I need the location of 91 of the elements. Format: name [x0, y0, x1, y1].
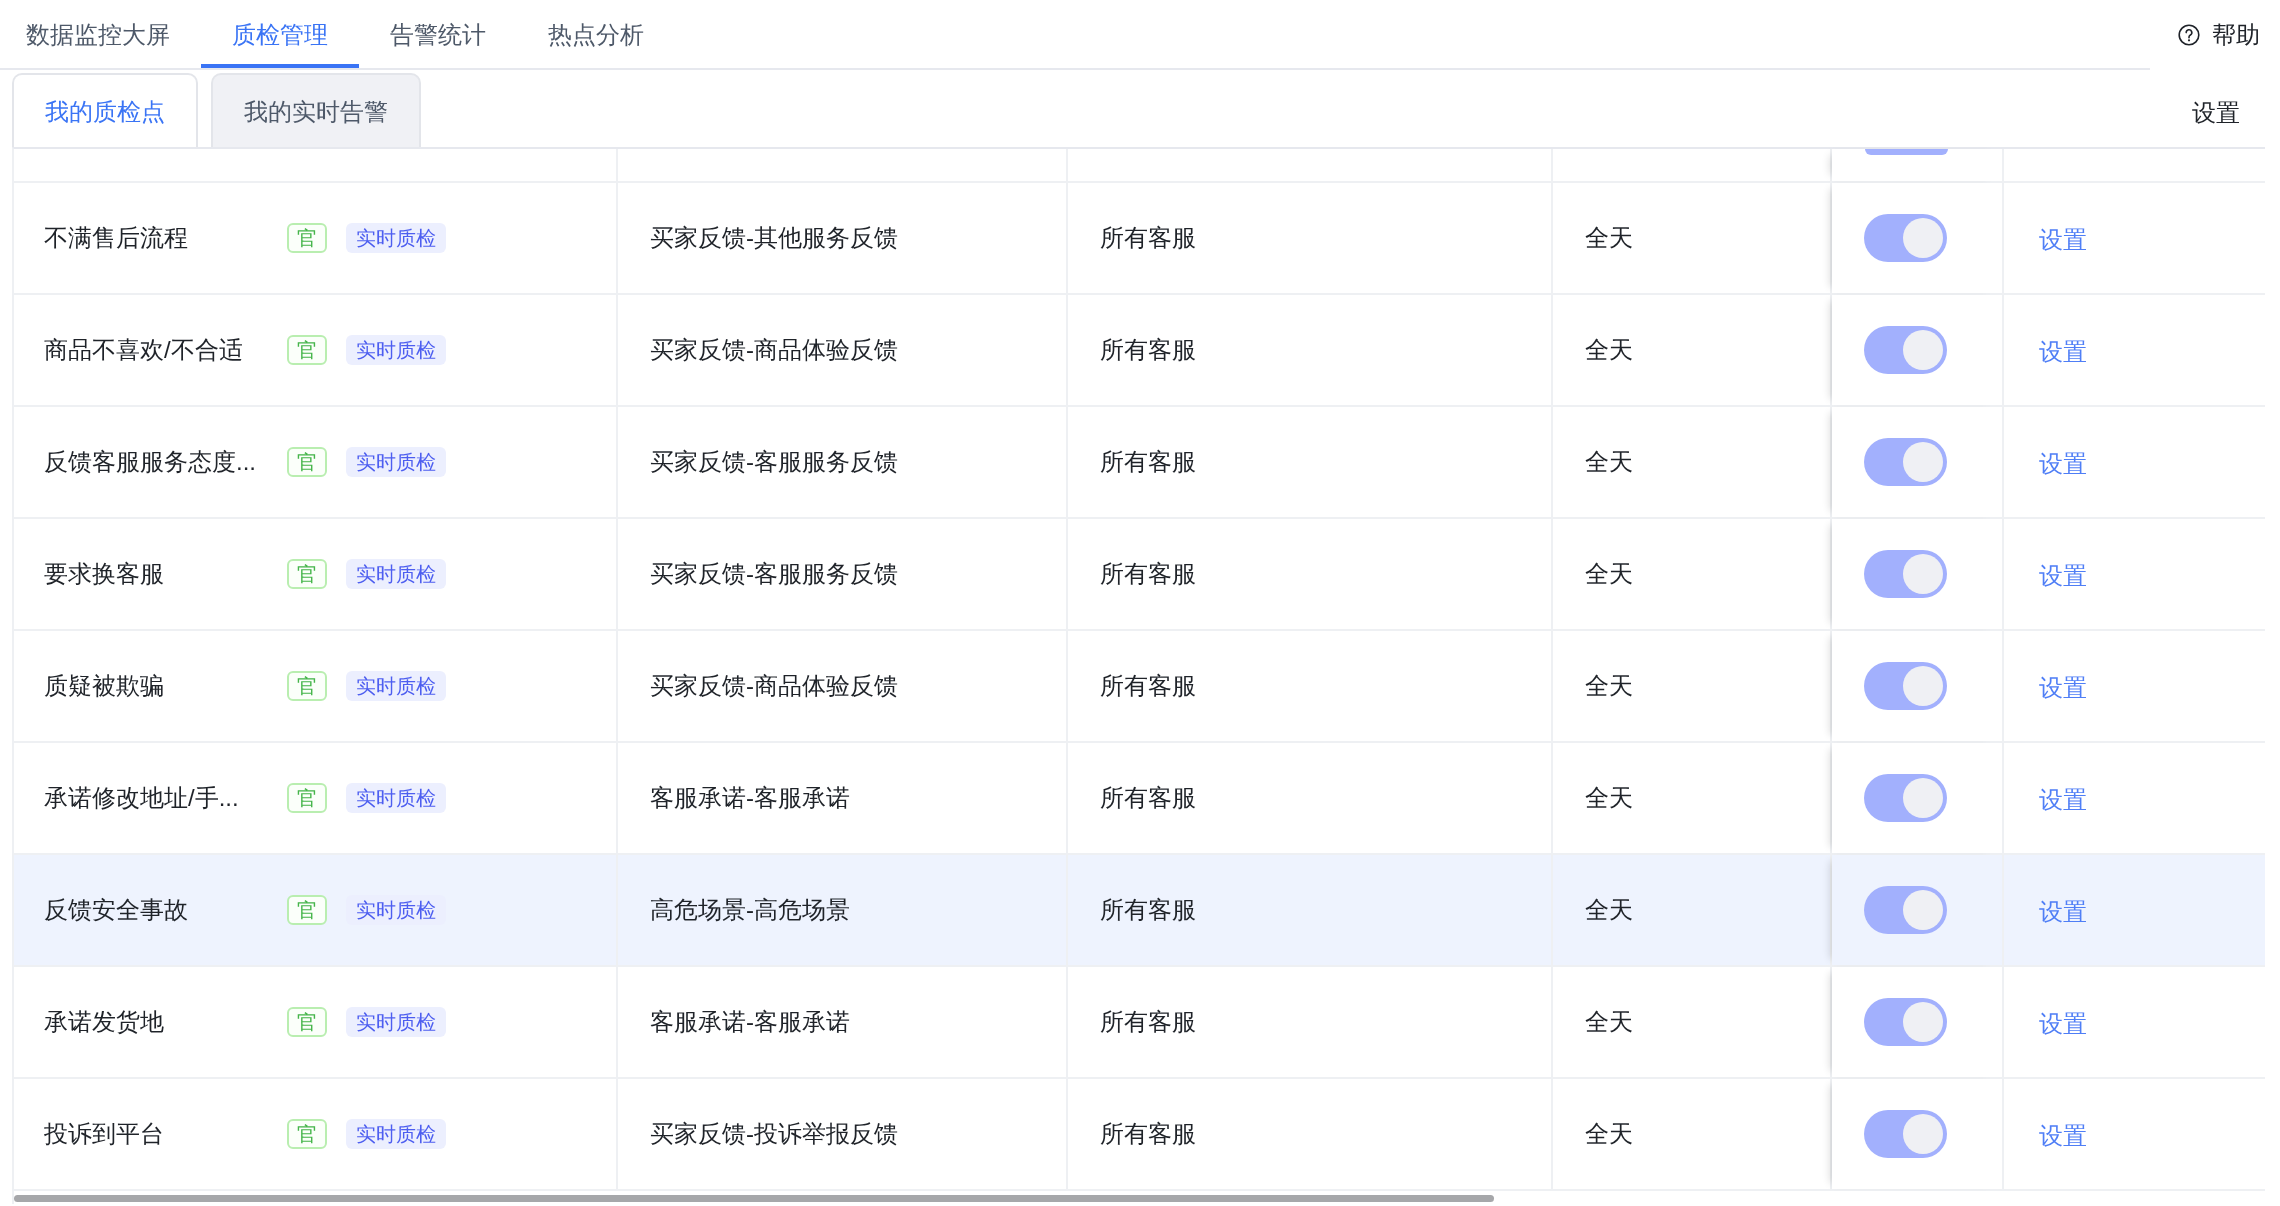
table-row[interactable]: 质疑被欺骗 官 实时质检 买家反馈-商品体验反馈 所有客服 全天 设置	[14, 631, 2265, 743]
settings-link[interactable]: 设置	[2036, 444, 2087, 480]
scope-text: 所有客服	[1100, 223, 1196, 253]
time-text: 全天	[1585, 671, 1633, 701]
time-text: 全天	[1585, 895, 1633, 925]
mode-tag: 实时质检	[346, 895, 446, 925]
time-text: 全天	[1585, 1007, 1633, 1037]
category-text: 买家反馈-客服服务反馈	[650, 447, 898, 477]
scope-text: 所有客服	[1100, 783, 1196, 813]
nav-tab[interactable]: 数据监控大屏	[0, 0, 201, 68]
help-icon	[2178, 24, 2200, 46]
rule-name: 反馈安全事故	[44, 895, 189, 925]
toggle-switch[interactable]	[1864, 1110, 1947, 1158]
category-text: 买家反馈-其他服务反馈	[650, 223, 898, 253]
toggle-switch[interactable]	[1864, 438, 1947, 486]
settings-link[interactable]: 设置	[2036, 780, 2087, 816]
official-badge: 官	[287, 559, 327, 589]
toggle-switch[interactable]	[1864, 774, 1947, 822]
table-row[interactable]: 不满售后流程 官 实时质检 买家反馈-其他服务反馈 所有客服 全天 设置	[14, 183, 2265, 295]
rule-name: 质疑被欺骗	[44, 671, 165, 701]
settings-link[interactable]: 设置	[2036, 556, 2087, 592]
mode-tag: 实时质检	[346, 783, 446, 813]
time-text: 全天	[1585, 559, 1633, 589]
sub-tab[interactable]: 我的质检点	[12, 73, 198, 147]
settings-link[interactable]: 设置	[2036, 332, 2087, 368]
table-row[interactable]: 反馈客服服务态度... 官 实时质检 买家反馈-客服服务反馈 所有客服 全天 设置	[14, 407, 2265, 519]
table-row[interactable]: 承诺修改地址/手... 官 实时质检 客服承诺-客服承诺 所有客服 全天 设置	[14, 743, 2265, 855]
sub-tab[interactable]: 我的实时告警	[211, 73, 421, 147]
scrollbar-thumb[interactable]	[14, 1195, 1494, 1202]
nav-tab[interactable]: 质检管理	[201, 0, 359, 68]
rule-name: 投诉到平台	[44, 1119, 165, 1149]
rule-name: 不满售后流程	[44, 223, 189, 253]
table-row[interactable]: 承诺发货地 官 实时质检 客服承诺-客服承诺 所有客服 全天 设置	[14, 967, 2265, 1079]
toggle-switch[interactable]	[1864, 214, 1947, 262]
category-text: 客服承诺-客服承诺	[650, 783, 850, 813]
official-badge: 官	[287, 895, 327, 925]
scope-text: 所有客服	[1100, 559, 1196, 589]
settings-link[interactable]: 设置	[2036, 1004, 2087, 1040]
toggle-switch[interactable]	[1864, 550, 1947, 598]
table-row[interactable]: 反馈安全事故 官 实时质检 高危场景-高危场景 所有客服 全天 设置	[14, 855, 2265, 967]
official-badge: 官	[287, 1119, 327, 1149]
rule-name: 要求换客服	[44, 559, 165, 589]
scope-text: 所有客服	[1100, 335, 1196, 365]
mode-tag: 实时质检	[346, 671, 446, 701]
table-row[interactable]: 要求换客服 官 实时质检 买家反馈-客服服务反馈 所有客服 全天 设置	[14, 519, 2265, 631]
toggle-switch[interactable]	[1864, 326, 1947, 374]
rule-name: 承诺修改地址/手...	[44, 783, 240, 813]
toggle-switch-edge[interactable]	[1865, 149, 1948, 155]
settings-link[interactable]: 设置	[2036, 220, 2087, 256]
category-text: 买家反馈-客服服务反馈	[650, 559, 898, 589]
category-text: 客服承诺-客服承诺	[650, 1007, 850, 1037]
settings-link[interactable]: 设置	[2036, 1116, 2087, 1152]
scope-text: 所有客服	[1100, 1119, 1196, 1149]
category-text: 买家反馈-商品体验反馈	[650, 335, 898, 365]
mode-tag: 实时质检	[346, 447, 446, 477]
time-text: 全天	[1585, 783, 1633, 813]
nav-tab[interactable]: 热点分析	[517, 0, 675, 68]
mode-tag: 实时质检	[346, 1119, 446, 1149]
rule-name: 商品不喜欢/不合适	[44, 335, 244, 365]
scope-text: 所有客服	[1100, 447, 1196, 477]
time-text: 全天	[1585, 447, 1633, 477]
mode-tag: 实时质检	[346, 1007, 446, 1037]
mode-tag: 实时质检	[346, 335, 446, 365]
scope-text: 所有客服	[1100, 671, 1196, 701]
official-badge: 官	[287, 223, 327, 253]
rule-name: 承诺发货地	[44, 1007, 165, 1037]
mode-tag: 实时质检	[346, 223, 446, 253]
official-badge: 官	[287, 783, 327, 813]
category-text: 买家反馈-商品体验反馈	[650, 671, 898, 701]
settings-button[interactable]: 设置	[2192, 85, 2240, 141]
toggle-switch[interactable]	[1864, 998, 1947, 1046]
table-row[interactable]: 投诉到平台 官 实时质检 买家反馈-投诉举报反馈 所有客服 全天 设置	[14, 1079, 2265, 1191]
settings-link[interactable]: 设置	[2036, 668, 2087, 704]
time-text: 全天	[1585, 335, 1633, 365]
nav-tab[interactable]: 告警统计	[359, 0, 517, 68]
rule-name: 反馈客服服务态度...	[44, 447, 257, 477]
time-text: 全天	[1585, 1119, 1633, 1149]
category-text: 高危场景-高危场景	[650, 895, 850, 925]
official-badge: 官	[287, 335, 327, 365]
toggle-switch[interactable]	[1864, 886, 1947, 934]
scope-text: 所有客服	[1100, 1007, 1196, 1037]
toggle-switch[interactable]	[1864, 662, 1947, 710]
scope-text: 所有客服	[1100, 895, 1196, 925]
time-text: 全天	[1585, 223, 1633, 253]
official-badge: 官	[287, 1007, 327, 1037]
official-badge: 官	[287, 447, 327, 477]
official-badge: 官	[287, 671, 327, 701]
category-text: 买家反馈-投诉举报反馈	[650, 1119, 898, 1149]
mode-tag: 实时质检	[346, 559, 446, 589]
table-row[interactable]: 商品不喜欢/不合适 官 实时质检 买家反馈-商品体验反馈 所有客服 全天 设置	[14, 295, 2265, 407]
help-button[interactable]: 帮助	[2158, 0, 2280, 70]
